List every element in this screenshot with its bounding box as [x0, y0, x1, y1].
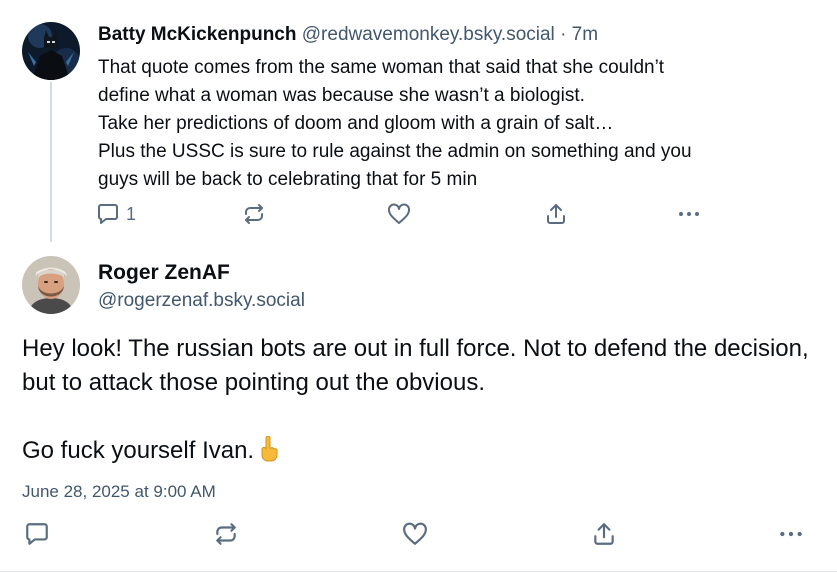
main-author-name[interactable]: Roger ZenAF	[98, 259, 230, 287]
reply-text-line: guys will be back to celebrating that fo…	[98, 169, 478, 190]
thread-line	[50, 82, 52, 242]
post-timestamp[interactable]: June 28, 2025 at 9:00 AM	[22, 481, 216, 503]
repost-icon	[245, 204, 263, 224]
main-paragraph-2: Go fuck yourself Ivan.	[22, 437, 255, 464]
reply-separator: ·	[560, 24, 567, 45]
reply-reply-button[interactable]: 1	[96, 202, 136, 226]
reply-icon	[26, 523, 48, 545]
main-post-text: Hey look! The russian bots are out in fu…	[22, 332, 822, 472]
reply-more-button[interactable]	[677, 202, 701, 226]
reply-text: That quote comes from the same woman tha…	[98, 54, 798, 194]
reply-author-handle[interactable]: @redwavemonkey.bsky.social	[302, 24, 555, 45]
middle-finger-icon	[258, 435, 280, 472]
more-icon	[780, 531, 802, 537]
main-more-button[interactable]	[778, 521, 804, 547]
main-author-avatar[interactable]	[22, 256, 80, 314]
main-paragraph-1: Hey look! The russian bots are out in fu…	[22, 335, 809, 396]
main-repost-button[interactable]	[213, 521, 239, 547]
reply-text-line: Take her predictions of doom and gloom w…	[98, 113, 614, 134]
main-author-handle[interactable]: @rogerzenaf.bsky.social	[98, 288, 305, 314]
batman-avatar-icon	[22, 22, 80, 80]
reply-share-button[interactable]	[544, 202, 568, 226]
reply-author-avatar[interactable]	[22, 22, 80, 80]
more-icon	[679, 212, 699, 216]
main-paragraph-2-wrap: Go fuck yourself Ivan.	[22, 434, 822, 472]
reply-icon	[98, 204, 118, 224]
reply-header: Batty McKickenpunch @redwavemonkey.bsky.…	[98, 22, 598, 48]
reply-count: 1	[126, 203, 137, 224]
share-icon	[547, 204, 565, 224]
repost-icon	[216, 523, 236, 545]
reply-like-button[interactable]	[387, 202, 411, 226]
main-like-button[interactable]	[402, 521, 428, 547]
share-icon	[594, 523, 614, 545]
main-share-button[interactable]	[591, 521, 617, 547]
main-reply-button[interactable]	[24, 521, 50, 547]
bearded-man-avatar-icon	[22, 256, 80, 314]
like-icon	[403, 522, 427, 545]
reply-time-ago[interactable]: 7m	[572, 24, 598, 45]
reply-repost-button[interactable]	[242, 202, 266, 226]
reply-text-line: define what a woman was because she wasn…	[98, 85, 585, 106]
like-icon	[388, 203, 410, 224]
reply-author-name[interactable]: Batty McKickenpunch	[98, 24, 296, 45]
reply-text-line: Plus the USSC is sure to rule against th…	[98, 141, 692, 162]
reply-text-line: That quote comes from the same woman tha…	[98, 57, 665, 78]
